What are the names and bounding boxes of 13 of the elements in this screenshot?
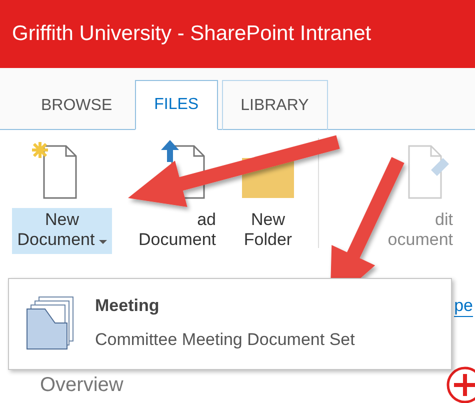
section-heading: Overview [40, 374, 124, 396]
caret-icon [98, 240, 107, 244]
ribbon-button[interactable]: ad Document [134, 208, 220, 254]
dropdown-menu[interactable]: Meeting Committee Meeting Document Set [9, 279, 451, 369]
ribbon-tab[interactable]: BROWSE [22, 80, 132, 130]
ribbon-tab[interactable]: FILES [135, 80, 218, 130]
ribbon-button[interactable]: New Folder [228, 208, 308, 254]
add-icon[interactable] [445, 365, 475, 403]
site-title: Griffith University - SharePoint Intranet [12, 22, 372, 46]
link-text[interactable]: pe [454, 296, 473, 317]
menu-item-title: Meeting [95, 296, 160, 316]
ribbon-button[interactable]: New Document [12, 208, 112, 254]
menu-item-description: Committee Meeting Document Set [95, 330, 355, 350]
